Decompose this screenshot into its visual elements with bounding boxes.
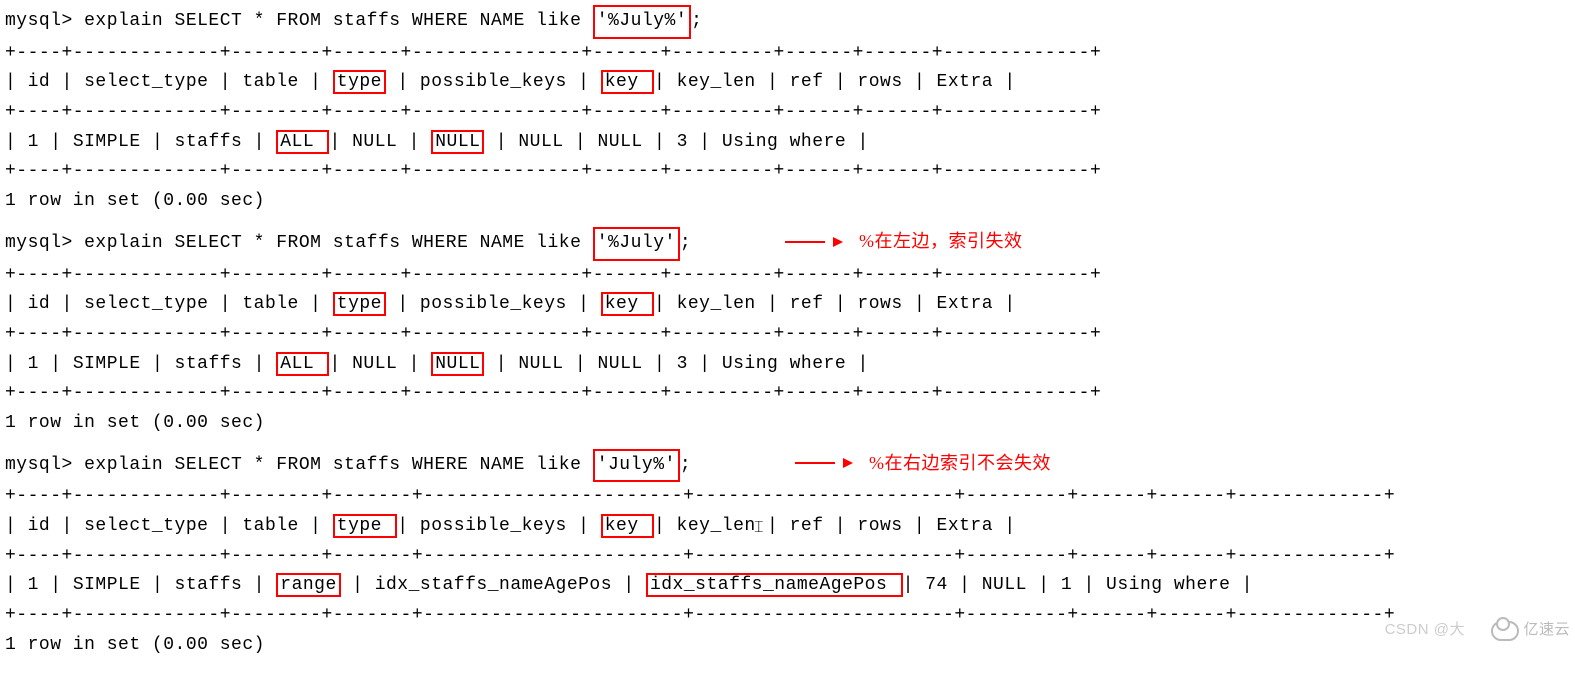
cloud-icon bbox=[1491, 621, 1519, 641]
type-value-box: ALL bbox=[276, 130, 329, 154]
sql-terminator: ; bbox=[680, 455, 691, 475]
table-header-row: | id | select_type | table | type | poss… bbox=[5, 290, 1570, 320]
table-data-row: | 1 | SIMPLE | staffs | ALL | NULL | NUL… bbox=[5, 350, 1570, 380]
query-block-2: mysql> explain SELECT * FROM staffs WHER… bbox=[5, 227, 1570, 439]
type-value-box: ALL bbox=[276, 352, 329, 376]
annotation-text: %在左边，索引失效 bbox=[859, 227, 1023, 257]
table-sep: +----+-------------+--------+------+----… bbox=[5, 39, 1570, 69]
row-footer: 1 row in set (0.00 sec) bbox=[5, 631, 1570, 661]
like-pattern-box: '%July' bbox=[593, 227, 680, 261]
table-data-row: | 1 | SIMPLE | staffs | range | idx_staf… bbox=[5, 571, 1570, 601]
table-data-row: | 1 | SIMPLE | staffs | ALL | NULL | NUL… bbox=[5, 128, 1570, 158]
watermark-csdn: CSDN @大 bbox=[1385, 618, 1465, 643]
mysql-prompt: mysql> bbox=[5, 11, 73, 31]
query-block-3: mysql> explain SELECT * FROM staffs WHER… bbox=[5, 449, 1570, 661]
arrow-head-icon bbox=[833, 237, 843, 247]
table-sep: +----+-------------+--------+-------+---… bbox=[5, 601, 1570, 631]
key-header-box: key bbox=[601, 70, 654, 94]
sql-terminator: ; bbox=[691, 11, 702, 31]
key-header-box: key bbox=[601, 292, 654, 316]
table-sep: +----+-------------+--------+------+----… bbox=[5, 261, 1570, 291]
row-footer: 1 row in set (0.00 sec) bbox=[5, 187, 1570, 217]
mysql-prompt: mysql> bbox=[5, 233, 73, 253]
sql-text: explain SELECT * FROM staffs WHERE NAME … bbox=[73, 233, 593, 253]
sql-line-1: mysql> explain SELECT * FROM staffs WHER… bbox=[5, 5, 1570, 39]
key-header-box: key bbox=[601, 514, 654, 538]
table-header-row: | id | select_type | table | type | poss… bbox=[5, 68, 1570, 98]
table-sep: +----+-------------+--------+------+----… bbox=[5, 157, 1570, 187]
type-header-box: type bbox=[333, 514, 398, 538]
like-pattern-box: 'July%' bbox=[593, 449, 680, 483]
query-block-1: mysql> explain SELECT * FROM staffs WHER… bbox=[5, 5, 1570, 217]
watermark-yisu-text: 亿速云 bbox=[1523, 618, 1570, 643]
key-value-box: NULL bbox=[431, 130, 484, 154]
type-value-box: range bbox=[276, 573, 341, 597]
mysql-prompt: mysql> bbox=[5, 455, 73, 475]
table-header-row: | id | select_type | table | type | poss… bbox=[5, 512, 1570, 542]
annotation-left-percent: %在左边，索引失效 bbox=[785, 227, 1023, 257]
table-sep: +----+-------------+--------+------+----… bbox=[5, 379, 1570, 409]
arrow-line-icon bbox=[795, 462, 835, 464]
table-sep: +----+-------------+--------+------+----… bbox=[5, 320, 1570, 350]
key-value-box: idx_staffs_nameAgePos bbox=[646, 573, 903, 597]
watermark-yisu: 亿速云 bbox=[1491, 618, 1570, 643]
sql-text: explain SELECT * FROM staffs WHERE NAME … bbox=[73, 455, 593, 475]
like-pattern-box: '%July%' bbox=[593, 5, 691, 39]
row-footer: 1 row in set (0.00 sec) bbox=[5, 409, 1570, 439]
table-sep: +----+-------------+--------+------+----… bbox=[5, 98, 1570, 128]
sql-terminator: ; bbox=[680, 233, 691, 253]
text-cursor-icon: ⌶ bbox=[754, 515, 764, 541]
key-value-box: NULL bbox=[431, 352, 484, 376]
sql-line-3: mysql> explain SELECT * FROM staffs WHER… bbox=[5, 449, 1570, 483]
annotation-right-percent: %在右边索引不会失效 bbox=[795, 449, 1051, 479]
arrow-head-icon bbox=[843, 458, 853, 468]
table-sep: +----+-------------+--------+-------+---… bbox=[5, 482, 1570, 512]
table-sep: +----+-------------+--------+-------+---… bbox=[5, 542, 1570, 572]
arrow-line-icon bbox=[785, 241, 825, 243]
annotation-text: %在右边索引不会失效 bbox=[869, 449, 1051, 479]
sql-line-2: mysql> explain SELECT * FROM staffs WHER… bbox=[5, 227, 1570, 261]
type-header-box: type bbox=[333, 292, 386, 316]
type-header-box: type bbox=[333, 70, 386, 94]
sql-text: explain SELECT * FROM staffs WHERE NAME … bbox=[73, 11, 593, 31]
